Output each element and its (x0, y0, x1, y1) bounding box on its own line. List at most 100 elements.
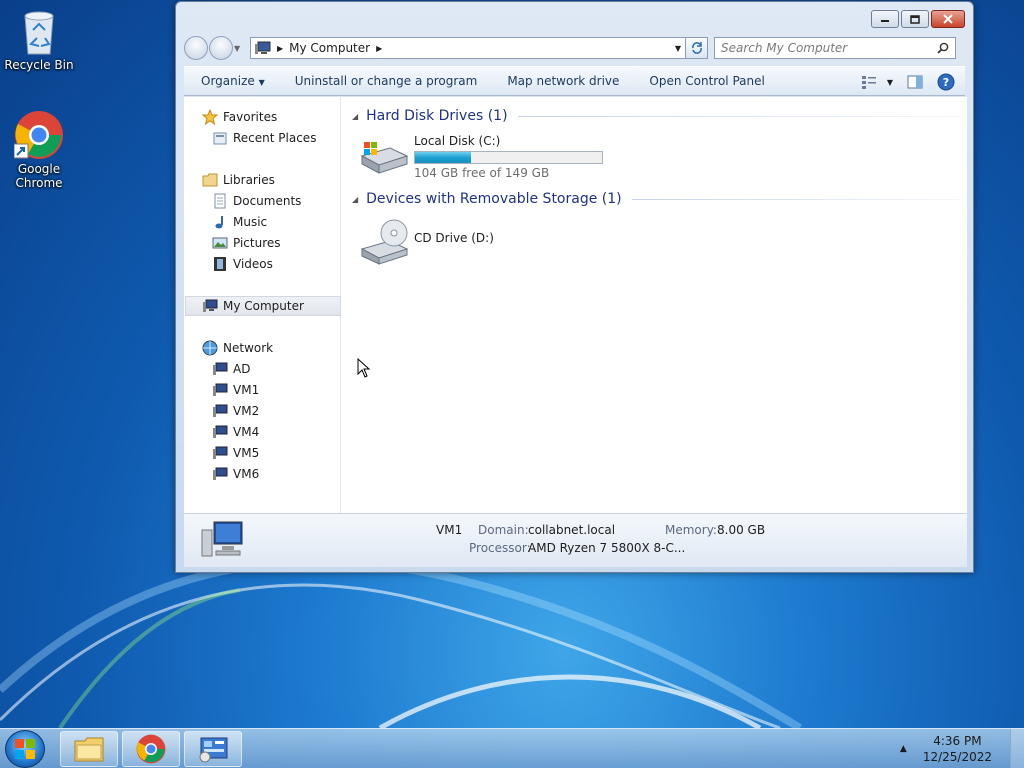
group-divider (631, 198, 959, 200)
taskbar-chrome-button[interactable] (122, 731, 180, 767)
change-view-button[interactable]: ▼ (861, 75, 893, 89)
desktop-icon-chrome[interactable]: Google Chrome (1, 110, 77, 190)
nav-label: Music (233, 215, 268, 229)
nav-network-vm5[interactable]: VM5 (212, 443, 259, 463)
domain-label: Domain: (478, 523, 529, 537)
main-pane: ◢ Hard Disk Drives (1) Local Disk (C:) 1… (342, 97, 967, 513)
memory-label: Memory: (665, 523, 717, 537)
recent-pages-chevron-icon[interactable]: ▼ (234, 44, 240, 53)
view-icon (861, 76, 876, 89)
nav-label: Network (223, 341, 274, 355)
address-bar[interactable]: ▶ My Computer ▶ ▼ (250, 37, 686, 59)
nav-favorites[interactable]: Favorites (202, 107, 277, 127)
refresh-button[interactable] (686, 37, 708, 59)
nav-network[interactable]: Network (202, 338, 273, 358)
recent-places-icon (213, 132, 227, 145)
nav-network-ad[interactable]: AD (212, 359, 250, 379)
chevron-down-icon: ▼ (886, 77, 893, 87)
system-tray: ▲ 4:36 PM 12/25/2022 (900, 729, 1024, 768)
nav-recent-places[interactable]: Recent Places (212, 128, 316, 148)
navigation-pane: Favorites Recent Places Libraries Docume… (184, 97, 341, 513)
network-icon (202, 340, 218, 356)
refresh-icon (691, 42, 702, 54)
drive-local-disk-c[interactable]: Local Disk (C:) 104 GB free of 149 GB (360, 134, 603, 180)
search-icon[interactable] (937, 42, 949, 54)
domain-value: collabnet.local (528, 523, 616, 537)
processor-label: Processor: (469, 541, 531, 555)
taskbar-explorer-button[interactable] (60, 731, 118, 767)
computer-name: VM1 (436, 523, 463, 537)
nav-label: AD (233, 362, 251, 376)
group-header-removable-storage[interactable]: ◢ Devices with Removable Storage (1) (352, 189, 959, 209)
breadcrumb-arrow-icon[interactable]: ▶ (277, 44, 283, 53)
libraries-icon (202, 173, 218, 187)
chrome-icon (136, 734, 166, 764)
nav-label: VM4 (233, 425, 260, 439)
nav-documents[interactable]: Documents (212, 191, 301, 211)
network-computer-icon (213, 404, 228, 417)
desktop-icon-label: Google Chrome (15, 162, 63, 190)
clock[interactable]: 4:36 PM 12/25/2022 (923, 733, 992, 765)
nav-label: Libraries (223, 173, 275, 187)
nav-label: Videos (233, 257, 273, 271)
close-button[interactable] (931, 10, 965, 28)
search-input[interactable]: Search My Computer (714, 37, 956, 59)
breadcrumb-my-computer[interactable]: My Computer (289, 41, 370, 55)
minimize-button[interactable] (871, 10, 899, 28)
map-network-drive-button[interactable]: Map network drive (507, 74, 619, 88)
start-button[interactable] (5, 730, 45, 768)
chrome-icon (14, 111, 63, 159)
nav-label: VM1 (233, 383, 260, 397)
help-icon: ? (937, 73, 955, 91)
show-desktop-button[interactable] (1010, 729, 1024, 768)
close-icon (943, 14, 953, 24)
nav-libraries[interactable]: Libraries (202, 170, 275, 190)
preview-pane-button[interactable] (907, 75, 923, 89)
breadcrumb-arrow-icon[interactable]: ▶ (376, 44, 382, 53)
drive-cd-drive-d[interactable]: CD Drive (D:) (360, 219, 494, 265)
help-button[interactable]: ? (937, 73, 955, 91)
nav-music[interactable]: Music (212, 212, 267, 232)
drive-usage-bar (414, 151, 603, 164)
uninstall-program-button[interactable]: Uninstall or change a program (295, 74, 478, 88)
group-header-hard-disk-drives[interactable]: ◢ Hard Disk Drives (1) (352, 106, 959, 126)
clock-time: 4:36 PM (933, 734, 982, 748)
network-computer-icon (213, 425, 228, 438)
forward-button[interactable] (209, 36, 233, 60)
documents-icon (214, 193, 226, 209)
organize-menu[interactable]: Organize ▼ (201, 74, 265, 88)
explorer-window: ▼ ▶ My Computer ▶ ▼ Search My Computer O… (175, 1, 974, 573)
nav-label: VM2 (233, 404, 260, 418)
drive-info: Local Disk (C:) 104 GB free of 149 GB (414, 134, 603, 180)
computer-icon (203, 299, 218, 312)
chevron-down-icon: ▼ (258, 78, 265, 87)
nav-network-vm1[interactable]: VM1 (212, 380, 259, 400)
mouse-cursor-icon (357, 358, 371, 378)
maximize-button[interactable] (901, 10, 929, 28)
cd-drive-icon (360, 219, 408, 265)
nav-videos[interactable]: Videos (212, 254, 273, 274)
maximize-icon (910, 14, 920, 24)
network-computer-icon (213, 383, 228, 396)
view-controls: ▼ ? (847, 73, 955, 91)
nav-label: Pictures (233, 236, 281, 250)
drive-free-space: 104 GB free of 149 GB (414, 166, 550, 180)
nav-network-vm2[interactable]: VM2 (212, 401, 259, 421)
nav-network-vm6[interactable]: VM6 (212, 464, 259, 484)
nav-network-vm4[interactable]: VM4 (212, 422, 259, 442)
nav-my-computer[interactable]: My Computer (185, 296, 341, 316)
pictures-icon (212, 237, 228, 249)
nav-label: Favorites (223, 110, 278, 124)
minimize-icon (881, 20, 889, 22)
windows-logo-icon (15, 739, 35, 759)
search-placeholder: Search My Computer (721, 41, 848, 55)
show-hidden-icons-button[interactable]: ▲ (900, 744, 907, 754)
back-button[interactable] (184, 36, 208, 60)
taskbar-control-panel-button[interactable] (184, 731, 242, 767)
svg-text:?: ? (943, 76, 949, 89)
address-dropdown-icon[interactable]: ▼ (675, 44, 681, 53)
open-control-panel-button[interactable]: Open Control Panel (649, 74, 764, 88)
desktop-icon-recycle-bin[interactable]: Recycle Bin (1, 8, 77, 72)
nav-pictures[interactable]: Pictures (212, 233, 281, 253)
network-computer-icon (213, 446, 228, 459)
